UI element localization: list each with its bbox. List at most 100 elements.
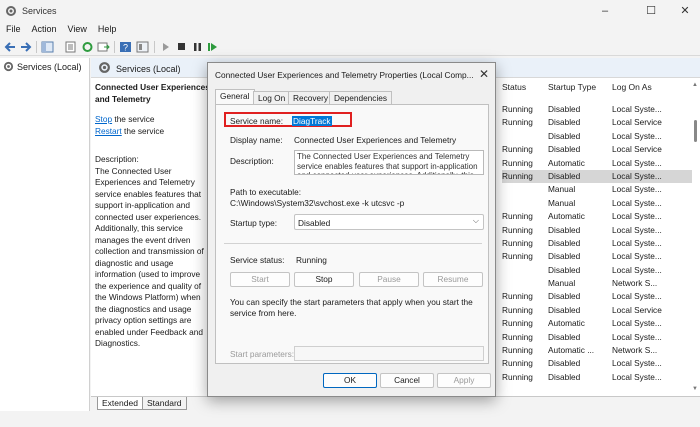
column-header-status[interactable]: Status bbox=[502, 82, 526, 92]
cell-status: Running bbox=[502, 104, 533, 114]
service-name-value[interactable]: DiagTrack bbox=[292, 116, 332, 126]
console-tree: Services (Local) bbox=[0, 58, 90, 411]
cell-status: Running bbox=[502, 224, 533, 235]
forward-arrow-icon[interactable] bbox=[19, 41, 32, 53]
table-row[interactable]: Running Disabled Local Syste... bbox=[502, 357, 692, 370]
description-textbox[interactable]: The Connected User Experiences and Telem… bbox=[294, 150, 484, 175]
table-row[interactable]: Running Disabled Local Syste... bbox=[502, 290, 692, 303]
table-row[interactable]: Disabled Local Syste... bbox=[502, 264, 692, 277]
vertical-scrollbar[interactable]: ▲ ▼ bbox=[691, 78, 699, 396]
start-params-input[interactable] bbox=[294, 346, 484, 361]
tab-recovery[interactable]: Recovery bbox=[288, 91, 334, 104]
help-icon[interactable]: ? bbox=[119, 41, 132, 53]
dialog-close-button[interactable]: ✕ bbox=[479, 67, 489, 81]
display-name-value[interactable]: Connected User Experiences and Telemetry bbox=[294, 135, 456, 145]
table-row[interactable]: Running Disabled Local Service bbox=[502, 304, 692, 317]
selected-service-title: Connected User Experiences and Telemetry bbox=[95, 82, 210, 104]
back-arrow-icon[interactable] bbox=[4, 41, 17, 53]
startup-type-label: Startup type: bbox=[230, 218, 278, 228]
table-row[interactable]: Running Automatic ... Network S... bbox=[502, 344, 692, 357]
cell-status: Running bbox=[502, 144, 533, 155]
table-row[interactable]: Running Disabled Local Service bbox=[502, 116, 692, 129]
start-params-label: Start parameters: bbox=[230, 349, 295, 359]
table-row[interactable]: Running Disabled Local Syste... bbox=[502, 169, 692, 184]
restart-icon[interactable] bbox=[206, 41, 219, 53]
properties-list-icon[interactable] bbox=[64, 41, 77, 53]
cell-startup-type: Automatic bbox=[548, 211, 585, 222]
table-row[interactable]: Running Disabled Local Syste... bbox=[502, 250, 692, 263]
table-row[interactable]: Manual Network S... bbox=[502, 277, 692, 290]
maximize-button[interactable]: ☐ bbox=[636, 3, 666, 19]
cell-log-on-as: Network S... bbox=[612, 278, 658, 289]
restart-link-suffix: the service bbox=[121, 125, 165, 136]
snapin-icon[interactable] bbox=[136, 41, 149, 53]
table-row[interactable]: Running Disabled Local Syste... bbox=[502, 224, 692, 237]
cell-log-on-as: Network S... bbox=[612, 345, 658, 356]
tab-dependencies[interactable]: Dependencies bbox=[329, 91, 393, 104]
path-value[interactable]: C:\Windows\System32\svchost.exe -k utcsv… bbox=[230, 198, 404, 208]
start-params-hint: You can specify the start parameters tha… bbox=[230, 297, 473, 318]
tree-node-services-local[interactable]: Services (Local) bbox=[3, 61, 82, 72]
table-row[interactable]: Disabled Local Syste... bbox=[502, 130, 692, 143]
column-header-startup-type[interactable]: Startup Type bbox=[548, 82, 596, 92]
column-header-log-on-as[interactable]: Log On As bbox=[612, 82, 652, 92]
tab-extended[interactable]: Extended bbox=[97, 397, 143, 410]
stop-button[interactable]: Stop bbox=[294, 272, 354, 287]
pane-header-label: Services (Local) bbox=[116, 64, 181, 74]
pause-icon[interactable] bbox=[191, 41, 204, 53]
minimize-button[interactable]: – bbox=[590, 3, 620, 19]
startup-type-select[interactable]: Disabled ⌵ bbox=[294, 214, 484, 230]
table-row[interactable]: Manual Local Syste... bbox=[502, 197, 692, 210]
play-icon[interactable] bbox=[159, 41, 172, 53]
start-button[interactable]: Start bbox=[230, 272, 290, 287]
cell-status: Running bbox=[502, 371, 533, 382]
table-row[interactable]: Manual Local Syste... bbox=[502, 183, 692, 196]
cell-startup-type: Disabled bbox=[548, 224, 581, 235]
services-gear-icon bbox=[6, 6, 16, 16]
table-row[interactable]: Running Disabled Local Syste... bbox=[502, 237, 692, 250]
stop-service-link[interactable]: Stop bbox=[95, 114, 112, 124]
cell-status: Running bbox=[502, 251, 533, 262]
menu-help[interactable]: Help bbox=[92, 22, 122, 34]
table-row[interactable]: Running Disabled Local Service bbox=[502, 143, 692, 156]
restart-service-link[interactable]: Restart bbox=[95, 126, 122, 136]
cell-startup-type: Disabled bbox=[548, 251, 581, 262]
refresh-icon[interactable] bbox=[81, 41, 94, 53]
table-row[interactable]: Running Automatic Local Syste... bbox=[502, 157, 692, 170]
console-tree-icon[interactable] bbox=[41, 41, 54, 53]
cell-status: Running bbox=[502, 291, 533, 302]
tab-log-on[interactable]: Log On bbox=[253, 91, 291, 104]
scroll-down-icon[interactable]: ▼ bbox=[692, 386, 698, 392]
apply-button[interactable]: Apply bbox=[437, 373, 491, 388]
table-row[interactable]: Running Disabled Local Syste... bbox=[502, 103, 692, 116]
tab-general[interactable]: General bbox=[215, 89, 255, 104]
scroll-up-icon[interactable]: ▲ bbox=[692, 82, 698, 88]
ok-button[interactable]: OK bbox=[323, 373, 377, 388]
view-tabs: Extended Standard bbox=[91, 396, 700, 411]
table-row[interactable]: Running Automatic Local Syste... bbox=[502, 317, 692, 330]
cell-log-on-as: Local Syste... bbox=[612, 224, 662, 235]
cell-log-on-as: Local Syste... bbox=[612, 371, 662, 382]
service-status-label: Service status: bbox=[230, 255, 285, 265]
stop-link-suffix: the service bbox=[112, 114, 155, 124]
description-text: The Connected User Experiences and Telem… bbox=[95, 165, 204, 349]
resume-button[interactable]: Resume bbox=[423, 272, 483, 287]
cancel-button[interactable]: Cancel bbox=[380, 373, 434, 388]
cell-status: Running bbox=[502, 170, 533, 181]
display-name-label: Display name: bbox=[230, 135, 283, 145]
menu-action[interactable]: Action bbox=[26, 22, 62, 34]
menu-view[interactable]: View bbox=[62, 22, 92, 34]
tab-standard[interactable]: Standard bbox=[142, 397, 187, 410]
scrollbar-thumb[interactable] bbox=[694, 120, 697, 142]
stop-icon[interactable] bbox=[175, 41, 188, 53]
table-row[interactable]: Running Disabled Local Syste... bbox=[502, 371, 692, 384]
table-row[interactable]: Running Automatic Local Syste... bbox=[502, 210, 692, 223]
cell-status: Running bbox=[502, 318, 533, 329]
export-icon[interactable] bbox=[97, 41, 110, 53]
pause-button[interactable]: Pause bbox=[359, 272, 419, 287]
menu-file[interactable]: File bbox=[0, 22, 26, 34]
cell-startup-type: Disabled bbox=[548, 291, 581, 302]
close-button[interactable]: ✕ bbox=[670, 3, 700, 19]
table-row[interactable]: Running Disabled Local Syste... bbox=[502, 331, 692, 344]
cell-startup-type: Manual bbox=[548, 184, 576, 195]
